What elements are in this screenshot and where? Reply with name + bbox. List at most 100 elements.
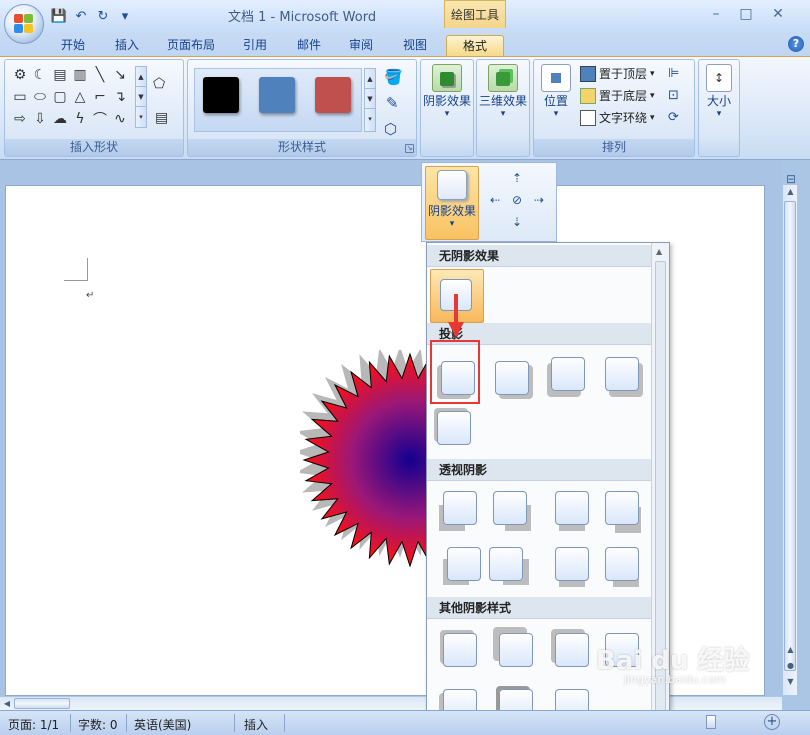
gallery-down-icon[interactable]: ▼: [136, 87, 146, 107]
perspective-shadow-option-3[interactable]: [555, 491, 589, 525]
shape-arc-icon[interactable]: ⌒: [91, 110, 109, 128]
perspective-shadow-option-8[interactable]: [605, 547, 639, 581]
group-objects-icon[interactable]: ⊡: [668, 88, 679, 103]
close-button[interactable]: ✕: [768, 6, 788, 22]
perspective-shadow-option-5[interactable]: [447, 547, 481, 581]
tab-mailings[interactable]: 邮件: [288, 35, 330, 56]
tab-page-layout[interactable]: 页面布局: [160, 35, 222, 56]
nudge-up-icon[interactable]: ⇡: [512, 171, 522, 185]
tab-format[interactable]: 格式: [446, 35, 504, 56]
shape-rounded-rect-icon[interactable]: ▢: [51, 88, 69, 106]
shape-wordart-icon[interactable]: ▥: [71, 66, 89, 84]
shape-elbow-arrow-icon[interactable]: ↴: [111, 88, 129, 106]
zoom-slider-thumb[interactable]: [706, 715, 716, 729]
other-shadow-option-2[interactable]: [499, 633, 533, 667]
style-swatch-red[interactable]: [315, 77, 351, 113]
tab-references[interactable]: 引用: [234, 35, 276, 56]
position-button[interactable]: 位置 ▾: [536, 64, 576, 119]
style-swatch-blue[interactable]: [259, 77, 295, 113]
perspective-shadow-option-1[interactable]: [443, 491, 477, 525]
shape-gear-icon[interactable]: ⚙: [11, 66, 29, 84]
browse-object-icon[interactable]: ●: [783, 659, 798, 673]
shadow-effects-popup-button[interactable]: 阴影效果 ▾: [425, 166, 479, 240]
shapes-gallery-scroll[interactable]: ▲ ▼ ▾: [135, 66, 147, 128]
styles-down-icon[interactable]: ▼: [365, 89, 375, 109]
drop-shadow-option-5[interactable]: [437, 411, 471, 445]
shape-callout-icon[interactable]: ☁: [51, 110, 69, 128]
tab-view[interactable]: 视图: [394, 35, 436, 56]
horizontal-scroll-thumb[interactable]: [14, 698, 70, 709]
drop-shadow-option-3[interactable]: [551, 357, 585, 391]
ruler-toggle-icon[interactable]: ⊟: [786, 172, 796, 186]
perspective-shadow-option-4[interactable]: [605, 491, 639, 525]
perspective-shadow-option-7[interactable]: [555, 547, 589, 581]
redo-icon[interactable]: ↻: [94, 7, 112, 25]
other-shadow-option-3[interactable]: [555, 633, 589, 667]
style-swatch-black[interactable]: [203, 77, 239, 113]
draw-textbox-icon[interactable]: ▤: [155, 110, 168, 126]
3d-effects-button[interactable]: 三维效果 ▾: [479, 64, 527, 119]
change-shape-icon[interactable]: ⬡: [384, 120, 397, 138]
shape-lightning-icon[interactable]: ϟ: [71, 110, 89, 128]
customize-qat-icon[interactable]: ▾: [116, 7, 134, 25]
styles-more-icon[interactable]: ▾: [365, 109, 375, 129]
shape-right-arrow-icon[interactable]: ⇨: [11, 110, 29, 128]
next-page-icon[interactable]: ▼: [783, 675, 798, 689]
text-wrap-button[interactable]: 文字环绕 ▾: [580, 108, 655, 128]
fill-color-icon[interactable]: 🪣: [384, 68, 403, 86]
gallery-more-icon[interactable]: ▾: [136, 107, 146, 127]
title-bar: 💾 ↶ ↻ ▾ 文档 1 - Microsoft Word 绘图工具 – □ ✕: [0, 0, 810, 32]
shape-curve-icon[interactable]: ∿: [111, 110, 129, 128]
outline-color-icon[interactable]: ✎: [386, 94, 399, 112]
shape-textbox-icon[interactable]: ▤: [51, 66, 69, 84]
shape-down-arrow-icon[interactable]: ⇩: [31, 110, 49, 128]
scroll-up-icon[interactable]: ▲: [783, 185, 798, 199]
other-shadow-option-1[interactable]: [443, 633, 477, 667]
status-page[interactable]: 页面: 1/1: [8, 716, 59, 733]
shape-elbow-connector-icon[interactable]: ⌐: [91, 88, 109, 106]
tab-home[interactable]: 开始: [52, 35, 94, 56]
prev-page-icon[interactable]: ▲: [783, 643, 798, 657]
styles-up-icon[interactable]: ▲: [365, 69, 375, 89]
vertical-scroll-thumb[interactable]: [784, 201, 796, 671]
office-button[interactable]: [4, 4, 44, 44]
shape-arrow-line-icon[interactable]: ↘: [111, 66, 129, 84]
send-to-back-button[interactable]: 置于底层 ▾: [580, 86, 655, 106]
nudge-left-icon[interactable]: ⇠: [490, 193, 500, 207]
shape-oval-icon[interactable]: ⬭: [31, 88, 49, 106]
shadow-effects-button[interactable]: 阴影效果 ▾: [423, 64, 471, 119]
minimize-button[interactable]: –: [706, 6, 726, 22]
maximize-button[interactable]: □: [736, 6, 756, 22]
size-button[interactable]: ↕ 大小 ▾: [701, 64, 737, 119]
perspective-shadow-option-6[interactable]: [489, 547, 523, 581]
bring-to-front-button[interactable]: 置于顶层 ▾: [580, 64, 655, 84]
shape-moon-icon[interactable]: ☾: [31, 66, 49, 84]
help-icon[interactable]: ?: [788, 36, 804, 52]
undo-icon[interactable]: ↶: [72, 7, 90, 25]
save-icon[interactable]: 💾: [50, 7, 68, 25]
status-mode[interactable]: 插入: [244, 716, 268, 733]
menu-scroll-up-icon[interactable]: ▲: [656, 247, 662, 256]
nudge-down-icon[interactable]: ⇣: [512, 215, 522, 229]
tab-insert[interactable]: 插入: [106, 35, 148, 56]
perspective-shadow-option-2[interactable]: [493, 491, 527, 525]
nudge-right-icon[interactable]: ⇢: [534, 193, 544, 207]
shape-line-icon[interactable]: ╲: [91, 66, 109, 84]
gallery-up-icon[interactable]: ▲: [136, 67, 146, 87]
drop-shadow-option-4[interactable]: [605, 357, 639, 391]
shape-styles-dialog-launcher-icon[interactable]: ↘: [405, 144, 414, 153]
shape-rectangle-icon[interactable]: ▭: [11, 88, 29, 106]
rotate-icon[interactable]: ⟳: [668, 110, 679, 125]
toggle-shadow-icon[interactable]: ⊘: [512, 193, 522, 207]
vertical-scrollbar[interactable]: ▲ ▲ ● ▼: [782, 185, 797, 695]
shape-triangle-icon[interactable]: △: [71, 88, 89, 106]
edit-points-icon[interactable]: ⬠: [153, 76, 165, 92]
status-words[interactable]: 字数: 0: [78, 716, 118, 733]
align-icon[interactable]: ⊫: [668, 66, 679, 81]
styles-gallery-scroll[interactable]: ▲ ▼ ▾: [364, 68, 376, 132]
tab-review[interactable]: 审阅: [340, 35, 382, 56]
status-language[interactable]: 英语(美国): [134, 716, 191, 733]
scroll-left-icon[interactable]: ◀: [0, 697, 14, 711]
zoom-in-icon[interactable]: +: [764, 714, 780, 730]
drop-shadow-option-2[interactable]: [495, 361, 529, 395]
